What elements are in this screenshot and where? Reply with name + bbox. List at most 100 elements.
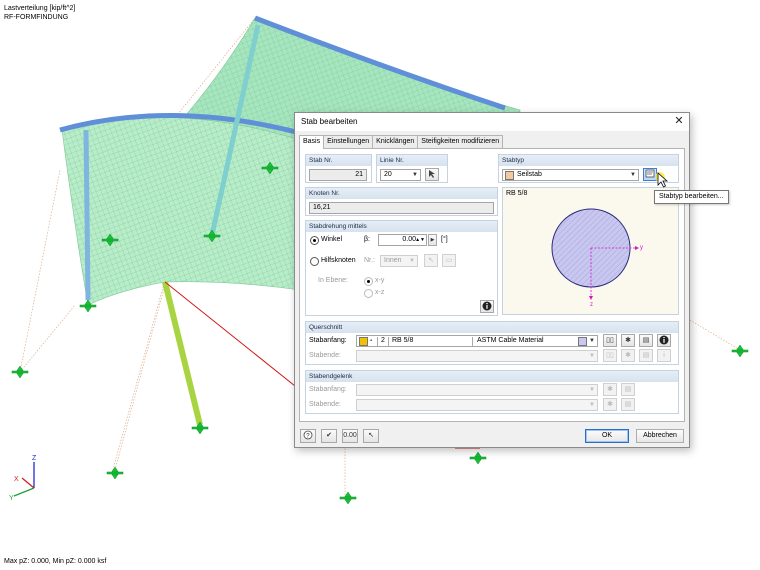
tab-basis[interactable]: Basis: [299, 135, 325, 149]
querschnitt-name: RB 5/8: [392, 337, 414, 344]
querschnitt-stabanfang-label: Stabanfang:: [309, 337, 347, 344]
viewport-title: Lastverteilung [kip/ft^2]: [4, 5, 76, 12]
section-preview: RB 5/8 y z: [502, 187, 679, 315]
innen-value: Innen: [384, 257, 402, 264]
new-hinge-button[interactable]: ✱: [603, 383, 617, 396]
dialog-title: Stab bearbeiten: [301, 117, 358, 126]
stabtyp-select[interactable]: Seilstab ▼: [502, 169, 639, 181]
chevron-down-icon: ▼: [412, 172, 418, 178]
edit-section-button-end[interactable]: ▤: [639, 349, 653, 362]
section-querschnitt: Querschnitt Stabanfang: ▪ 2 RB 5/8 ASTM …: [305, 321, 679, 365]
hilfsknoten-label: Hilfsknoten: [321, 257, 356, 264]
edit-member-dialog: Stab bearbeiten ✕ Basis Einstellungen Kn…: [294, 112, 690, 448]
linie-nr-select[interactable]: 20 ▼: [380, 169, 421, 181]
stabendgelenk-header: Stabendgelenk: [306, 371, 678, 382]
gelenk-stabanfang-select[interactable]: ▼: [356, 384, 598, 396]
winkel-label: Winkel: [321, 236, 343, 243]
tab-einstellungen[interactable]: Einstellungen: [323, 135, 374, 148]
edit-hinge-button-end[interactable]: ▤: [621, 398, 635, 411]
section-knoten-nr: Knoten Nr. 16,21: [305, 187, 498, 216]
querschnitt-stabanfang-select[interactable]: ▪ 2 RB 5/8 ASTM Cable Material ▼: [356, 335, 598, 347]
axis-y-label: Y: [9, 495, 14, 502]
info-icon: [482, 301, 492, 311]
tab-steifigkeiten[interactable]: Steifigkeiten modifizieren: [417, 135, 504, 148]
stabdrehung-header: Stabdrehung mittels: [306, 221, 497, 232]
preview-axis-y: y: [640, 245, 643, 251]
chevron-down-icon: ▼: [589, 402, 595, 408]
section-circle-drawing: [551, 208, 639, 300]
gelenk-stabende-select[interactable]: ▼: [356, 399, 598, 411]
cancel-button[interactable]: Abbrechen: [636, 429, 684, 443]
column-left: [83, 129, 91, 301]
column-front: [162, 281, 203, 426]
edit-dialog-icon: [645, 169, 655, 178]
section-stabtyp: Stabtyp Seilstab ▼: [498, 154, 679, 183]
section-stabendgelenk: Stabendgelenk Stabanfang: ▼ ✱ ▤ Stabende…: [305, 370, 679, 414]
gelenk-stabende-label: Stabende:: [309, 401, 341, 408]
library-button-end[interactable]: ▯▯: [603, 349, 617, 362]
separator: [377, 337, 378, 346]
info-button[interactable]: [480, 300, 494, 313]
linie-nr-header: Linie Nr.: [377, 155, 447, 166]
xz-radio[interactable]: [364, 289, 373, 298]
tooltip: Stabtyp bearbeiten...: [654, 190, 729, 204]
section-stabdrehung: Stabdrehung mittels Winkel β: 0.00 ▲▼ ▶ …: [305, 220, 498, 316]
stabtyp-color-swatch: [505, 171, 514, 180]
chevron-down-icon: ▼: [589, 338, 595, 344]
library-button[interactable]: ▯▯: [603, 334, 617, 347]
pick-node-button[interactable]: ↖: [424, 254, 438, 267]
edit-hinge-button[interactable]: ▤: [621, 383, 635, 396]
winkel-radio[interactable]: [310, 236, 319, 245]
info-icon: [659, 335, 669, 345]
chevron-down-icon: ▼: [409, 258, 415, 264]
beta-value: 0.00: [402, 236, 416, 243]
xz-label: x-z: [375, 289, 385, 296]
dialog-titlebar[interactable]: Stab bearbeiten ✕: [295, 113, 689, 131]
tab-content-basis: Stab Nr. 21 Linie Nr. 20 ▼ Stabtyp Seils…: [299, 148, 685, 422]
beta-arrow-button[interactable]: ▶: [428, 234, 437, 246]
new-section-button[interactable]: ✱: [621, 334, 635, 347]
nr-label: Nr.:: [364, 257, 375, 264]
viewport-subtitle: RF-FORMFINDUNG: [4, 14, 69, 21]
edit-stabtyp-button[interactable]: [643, 168, 657, 181]
innen-select[interactable]: Innen ▼: [380, 255, 418, 267]
chevron-down-icon: ▼: [589, 387, 595, 393]
help-button[interactable]: ?: [300, 429, 316, 443]
expand-icon: ▪: [370, 338, 373, 344]
units-button[interactable]: 0.00: [342, 429, 358, 443]
tab-knicklaengen[interactable]: Knicklängen: [372, 135, 419, 148]
xy-label: x-y: [375, 277, 385, 284]
beta-input[interactable]: 0.00 ▲▼: [378, 234, 427, 246]
stab-nr-header: Stab Nr.: [306, 155, 371, 166]
querschnitt-stabende-select[interactable]: ▼: [356, 350, 598, 362]
viewport-status: Max pZ: 0.000, Min pZ: 0.000 ksf: [4, 558, 107, 565]
preview-axis-z: z: [590, 302, 593, 308]
new-hinge-button-end[interactable]: ✱: [603, 398, 617, 411]
stabtyp-value: Seilstab: [517, 171, 542, 178]
knoten-nr-field[interactable]: 16,21: [309, 202, 494, 214]
edit-section-button[interactable]: ▤: [639, 334, 653, 347]
close-icon[interactable]: ✕: [671, 114, 687, 129]
querschnitt-stabende-label: Stabende:: [309, 352, 341, 359]
linie-nr-value: 20: [384, 171, 392, 178]
section-info-button[interactable]: [657, 334, 671, 347]
new-section-button-end[interactable]: ✱: [621, 349, 635, 362]
gelenk-stabanfang-label: Stabanfang:: [309, 386, 347, 393]
hilfsknoten-radio[interactable]: [310, 257, 319, 266]
help-icon: ?: [303, 430, 313, 440]
in-ebene-label: In Ebene:: [318, 277, 348, 284]
check-button[interactable]: ✔: [321, 429, 337, 443]
spin-icon[interactable]: ▲▼: [415, 235, 425, 245]
pick-member-button[interactable]: ↖: [363, 429, 379, 443]
stab-nr-field[interactable]: 21: [309, 169, 367, 181]
separator: [472, 337, 473, 346]
querschnitt-color-swatch: [359, 337, 368, 346]
pick-line-button[interactable]: [425, 168, 439, 181]
knoten-nr-header: Knoten Nr.: [306, 188, 497, 199]
section-info-button-end[interactable]: i: [657, 349, 671, 362]
xy-radio[interactable]: [364, 277, 373, 286]
axis-z-label: Z: [32, 455, 37, 462]
mouse-cursor-icon: [656, 172, 669, 188]
ok-button[interactable]: OK: [585, 429, 629, 443]
new-node-button[interactable]: ▭: [442, 254, 456, 267]
